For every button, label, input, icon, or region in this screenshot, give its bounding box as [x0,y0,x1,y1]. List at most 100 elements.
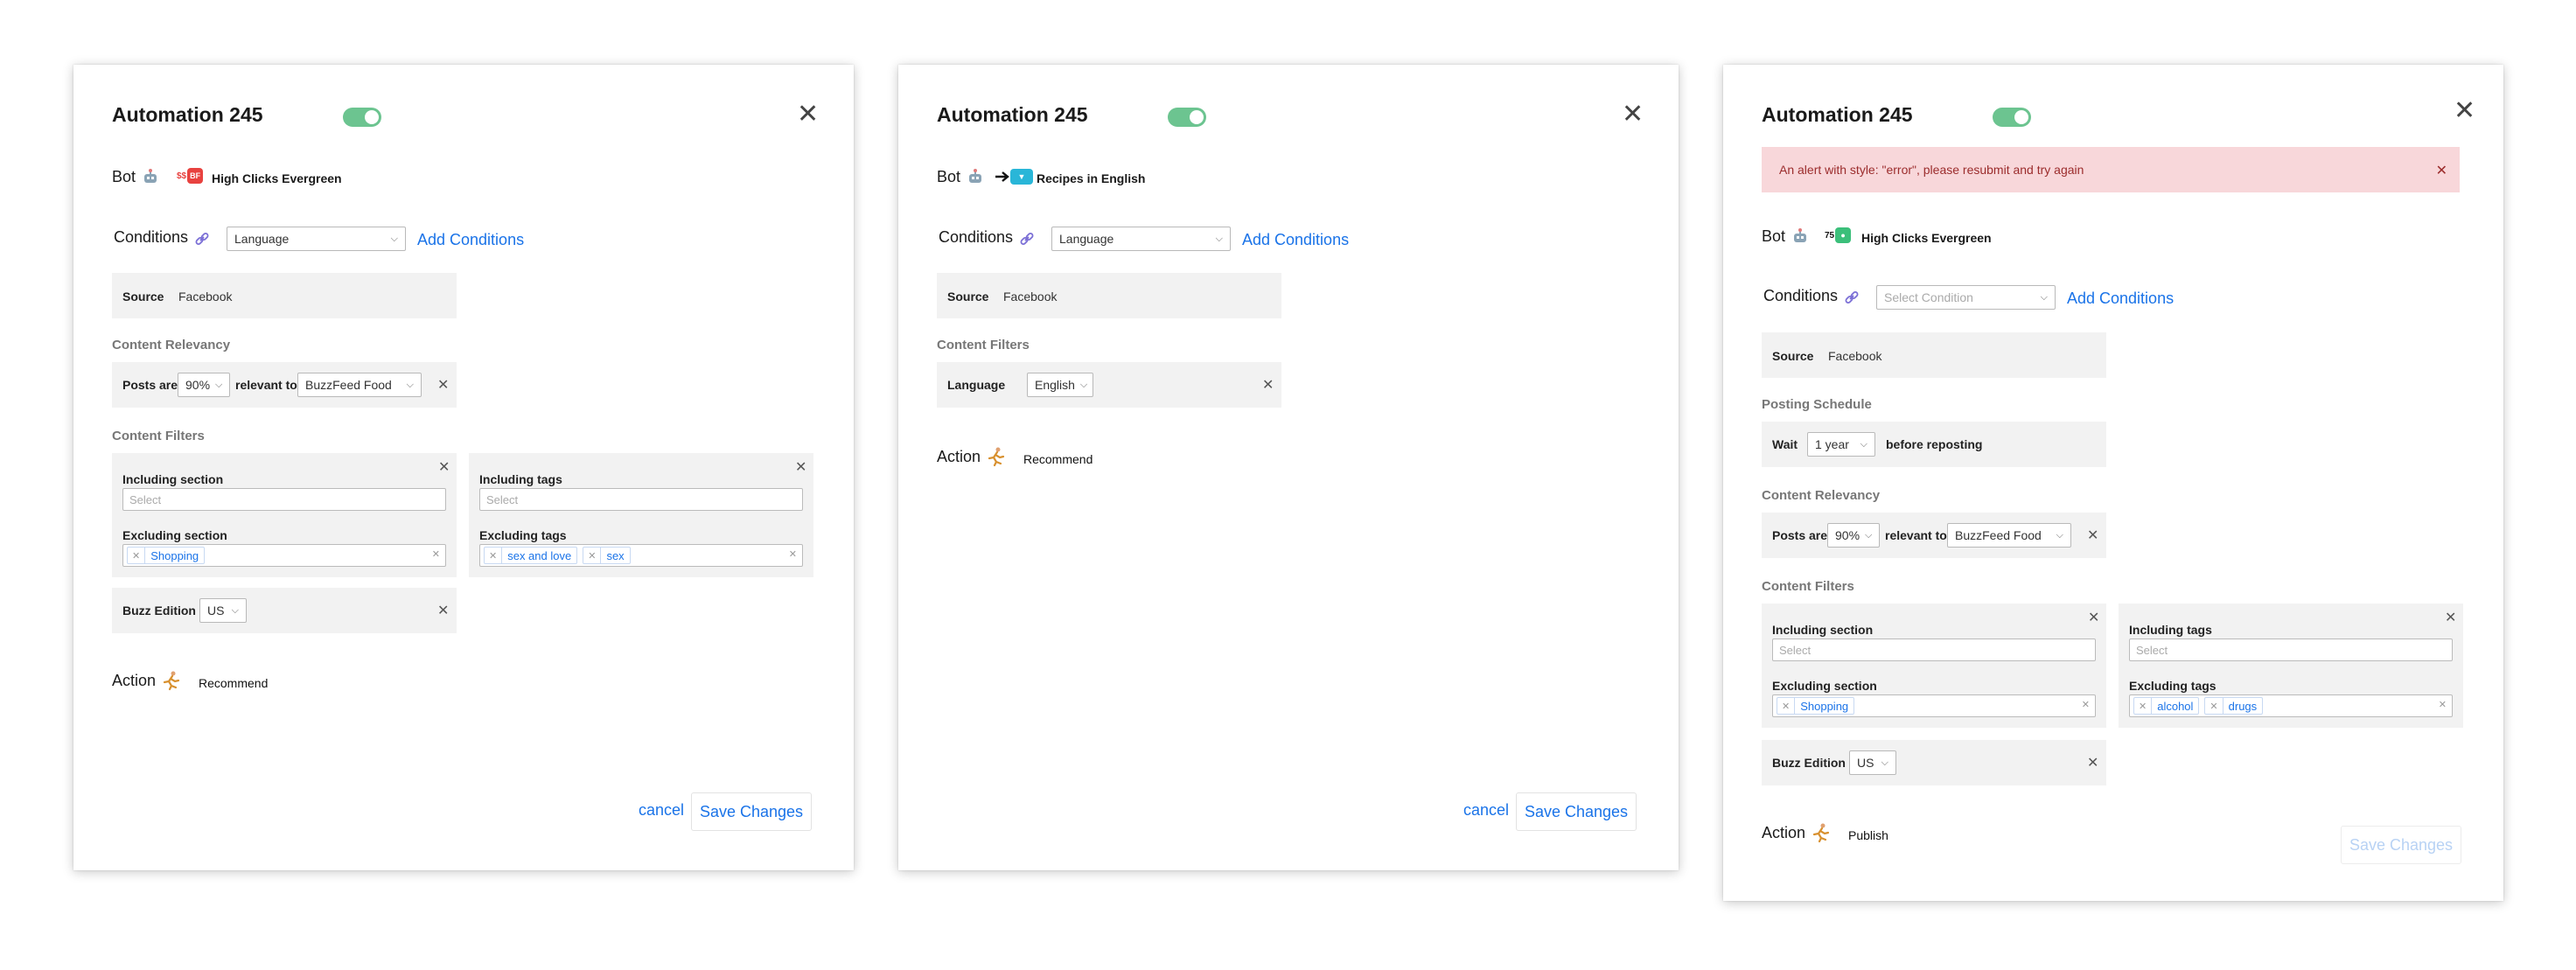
tag-chip: ✕ drugs [2204,697,2264,715]
relevant-target-select[interactable]: BuzzFeed Food ⌵ [1947,523,2071,548]
before-reposting-label: before reposting [1886,437,1983,451]
tag-chip: ✕ Shopping [127,547,206,564]
source-label: Source [1772,349,1814,363]
alert-message: An alert with style: "error", please res… [1779,163,2084,177]
tag-remove-close-icon[interactable]: ✕ [1777,698,1796,714]
tag-remove-close-icon[interactable]: ✕ [128,548,146,563]
wait-label: Wait [1772,437,1798,451]
add-conditions-link[interactable]: Add Conditions [2067,290,2174,308]
close-icon[interactable]: ✕ [797,101,819,128]
chevron-down-icon: ⌵ [1865,529,1873,541]
chevron-down-icon: ⌵ [1860,438,1867,450]
clear-close-icon[interactable]: ✕ [2082,699,2090,710]
tag-remove-close-icon[interactable]: ✕ [485,548,503,563]
condition-select[interactable]: Select Condition ⌵ [1876,285,2056,310]
posts-are-label: Posts are [122,378,178,392]
bot-badge-icon: BF [187,168,204,184]
action-label: Action [1762,824,1806,841]
excluding-tags-input[interactable]: ✕ alcohol ✕ drugs ✕ [2129,694,2453,717]
chevron-down-icon: ⌵ [231,604,239,616]
modal-title: Automation 245 [937,103,1088,126]
including-tags-label: Including tags [2129,623,2212,637]
tag-label: sex and love [507,548,572,562]
edition-label: Buzz Edition [122,604,196,618]
enabled-toggle[interactable] [1993,108,2031,127]
excluding-section-input[interactable]: ✕ Shopping ✕ [122,544,446,567]
relevant-target-select[interactable]: BuzzFeed Food ⌵ [297,373,422,397]
close-icon[interactable]: ✕ [2454,98,2475,124]
remove-section-filter-close-icon[interactable]: ✕ [438,460,450,474]
excluding-section-input[interactable]: ✕ Shopping ✕ [1772,694,2096,717]
percent-select[interactable]: 90% ⌵ [178,373,230,397]
including-section-label: Including section [1772,623,1874,637]
conditions-label: Conditions [939,228,1014,246]
error-alert: An alert with style: "error", please res… [1762,147,2460,192]
edition-select[interactable]: US ⌵ [199,598,247,623]
tag-chip: ✕ sex [583,547,631,564]
chevron-down-icon: ⌵ [215,379,223,390]
excluding-tags-label: Excluding tags [2129,679,2216,693]
bot-badge: ▼ [1010,168,1033,185]
bot-name: Recipes in English [1037,171,1146,185]
relevant-target-value: BuzzFeed Food [1955,528,2042,542]
save-changes-button[interactable]: Save Changes [1516,792,1637,831]
close-icon[interactable]: ✕ [1622,101,1644,128]
tag-remove-close-icon[interactable]: ✕ [583,548,602,563]
chevron-down-icon: ⌵ [1881,757,1888,768]
chevron-down-icon: ⌵ [1215,233,1223,244]
bot-badge: 75 ● [1825,227,1852,243]
excluding-tags-input[interactable]: ✕ sex and love ✕ sex ✕ [479,544,803,567]
enabled-toggle[interactable] [1168,108,1206,127]
source-label: Source [122,290,164,304]
conditions-label: Conditions [114,228,189,246]
runner-icon [986,446,1007,467]
percent-select[interactable]: 90% ⌵ [1827,523,1880,548]
tag-chip: ✕ alcohol [2133,697,2200,715]
remove-edition-close-icon[interactable]: ✕ [2087,756,2098,770]
edition-value: US [1857,756,1874,770]
bot-name: High Clicks Evergreen [1861,231,1992,245]
language-label: Language [947,378,1006,392]
remove-relevancy-close-icon[interactable]: ✕ [437,378,449,392]
bot-label: Bot [937,168,961,185]
add-conditions-link[interactable]: Add Conditions [417,231,524,249]
clear-close-icon[interactable]: ✕ [2439,699,2447,710]
save-changes-button[interactable]: Save Changes [2341,826,2461,864]
cancel-button[interactable]: cancel [639,801,684,820]
condition-select[interactable]: Language ⌵ [1051,227,1231,251]
source-value: Facebook [1003,290,1058,304]
edition-select[interactable]: US ⌵ [1849,750,1896,775]
remove-edition-close-icon[interactable]: ✕ [437,604,449,618]
language-select[interactable]: English ⌵ [1027,373,1093,397]
remove-language-close-icon[interactable]: ✕ [1262,378,1274,392]
cancel-button[interactable]: cancel [1463,801,1509,820]
including-section-input[interactable]: Select [122,488,446,511]
alert-close-icon[interactable]: ✕ [2436,162,2447,178]
clear-close-icon[interactable]: ✕ [789,548,797,560]
automation-modal-2: Automation 245 ✕ Bot ▼ Recipes in Englis… [898,65,1679,870]
remove-tags-filter-close-icon[interactable]: ✕ [795,460,806,474]
excluding-section-label: Excluding section [1772,679,1877,693]
tag-label: alcohol [2157,699,2194,713]
chevron-down-icon: ⌵ [2040,291,2048,303]
add-conditions-link[interactable]: Add Conditions [1242,231,1349,249]
source-value: Facebook [178,290,233,304]
remove-section-filter-close-icon[interactable]: ✕ [2088,611,2099,625]
including-tags-input[interactable]: Select [2129,639,2453,661]
arrow-right-icon [995,170,1010,184]
wait-select[interactable]: 1 year ⌵ [1807,432,1875,457]
remove-tags-filter-close-icon[interactable]: ✕ [2445,611,2456,625]
including-tags-input[interactable]: Select [479,488,803,511]
enabled-toggle[interactable] [343,108,381,127]
tag-label: Shopping [1800,699,1849,713]
excluding-section-label: Excluding section [122,528,227,542]
including-section-input[interactable]: Select [1772,639,2096,661]
save-changes-button[interactable]: Save Changes [691,792,812,831]
runner-icon [1811,822,1832,843]
clear-close-icon[interactable]: ✕ [432,548,440,560]
tag-remove-close-icon[interactable]: ✕ [2134,698,2153,714]
tag-label: sex [606,548,625,562]
remove-relevancy-close-icon[interactable]: ✕ [2087,528,2098,542]
condition-select[interactable]: Language ⌵ [227,227,406,251]
tag-remove-close-icon[interactable]: ✕ [2205,698,2223,714]
